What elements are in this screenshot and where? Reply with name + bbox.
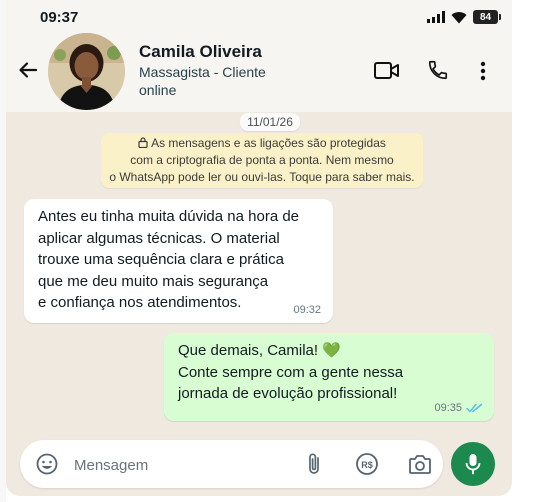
message-time: 09:32	[293, 304, 321, 316]
wifi-icon	[451, 11, 467, 23]
video-call-icon[interactable]	[374, 61, 400, 80]
date-chip: 11/01/26	[240, 113, 300, 131]
arrow-left-icon[interactable]	[18, 60, 38, 80]
message-input[interactable]	[72, 450, 276, 480]
contact-subtitle: Massagista - Cliente	[139, 64, 266, 80]
chat-header: 09:37 84 Camila Oliveira Massagista - Cl…	[6, 0, 512, 112]
encryption-notice-text: As mensagens e as ligações são protegida…	[109, 136, 415, 184]
battery-icon: 84	[473, 10, 501, 24]
svg-text:R$: R$	[361, 460, 373, 470]
rs-payment-icon[interactable]: R$	[355, 452, 379, 476]
contact-name[interactable]: Camila Oliveira	[139, 42, 262, 62]
avatar[interactable]	[48, 33, 125, 110]
status-time: 09:37	[40, 9, 79, 26]
incoming-message[interactable]: Antes eu tinha muita dúvida na hora de a…	[24, 199, 333, 323]
mic-button[interactable]	[451, 442, 495, 486]
message-composer: R$	[20, 440, 443, 488]
more-vert-icon[interactable]	[480, 61, 486, 81]
message-time: 09:35	[434, 402, 462, 414]
mic-icon	[465, 454, 481, 475]
phone-icon[interactable]	[427, 59, 449, 81]
paperclip-icon[interactable]	[306, 452, 322, 476]
lock-icon	[138, 137, 148, 148]
message-text: Antes eu tinha muita dúvida na hora de a…	[38, 208, 300, 311]
read-ticks-icon	[466, 403, 483, 413]
emoji-icon[interactable]	[36, 453, 58, 475]
camera-icon[interactable]	[408, 453, 432, 475]
encryption-notice[interactable]: As mensagens e as ligações são protegida…	[101, 133, 423, 188]
outgoing-message[interactable]: Que demais, Camila! 💚 Conte sempre com a…	[164, 333, 494, 421]
status-icons: 84	[427, 10, 501, 24]
message-text: Que demais, Camila! 💚 Conte sempre com a…	[178, 342, 404, 402]
chat-screen: 09:37 84 Camila Oliveira Massagista - Cl…	[6, 0, 512, 496]
signal-icon	[427, 11, 445, 23]
contact-status: online	[139, 82, 177, 98]
